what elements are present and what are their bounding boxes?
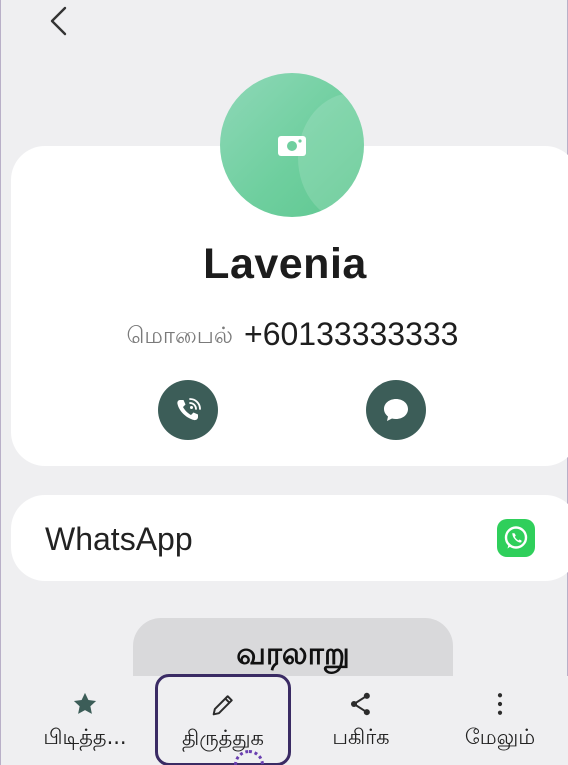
wifi-call-icon [177, 398, 201, 421]
message-bubble-icon [384, 399, 408, 421]
nav-more-label: மேலும் [464, 725, 536, 749]
star-icon [73, 692, 97, 714]
whatsapp-icon[interactable] [497, 519, 535, 557]
chevron-left-icon [50, 6, 67, 36]
bottom-nav: பிடித்த... திருத்துக பகிர்க மேலும் [1, 674, 568, 765]
back-button[interactable] [43, 4, 73, 38]
share-icon [350, 692, 370, 716]
phone-number[interactable]: +60133333333 [244, 316, 458, 352]
nav-favourite[interactable]: பிடித்த... [16, 676, 154, 765]
nav-edit[interactable]: திருத்துக [155, 674, 291, 765]
avatar[interactable] [220, 73, 364, 217]
nav-favourite-label: பிடித்த... [43, 725, 127, 749]
more-vertical-icon [497, 693, 503, 715]
call-button[interactable] [158, 380, 218, 440]
nav-edit-label: திருத்துக [182, 726, 264, 750]
camera-icon [278, 136, 306, 156]
avatar-sheen [298, 93, 364, 217]
nav-share-label: பகிர்க [332, 725, 390, 749]
message-button[interactable] [366, 380, 426, 440]
whatsapp-row[interactable]: WhatsApp [11, 495, 568, 581]
pencil-icon [212, 695, 233, 716]
nav-share[interactable]: பகிர்க [293, 676, 429, 765]
contact-name: Lavenia [203, 240, 367, 288]
history-button-label: வரலாறு [236, 636, 350, 672]
phone-row[interactable]: மொபைல் +60133333333 [1, 316, 568, 353]
whatsapp-label: WhatsApp [45, 521, 193, 557]
nav-more[interactable]: மேலும் [431, 676, 568, 765]
whatsapp-glyph [504, 526, 528, 549]
phone-type-label: மொபைல் [126, 323, 233, 349]
